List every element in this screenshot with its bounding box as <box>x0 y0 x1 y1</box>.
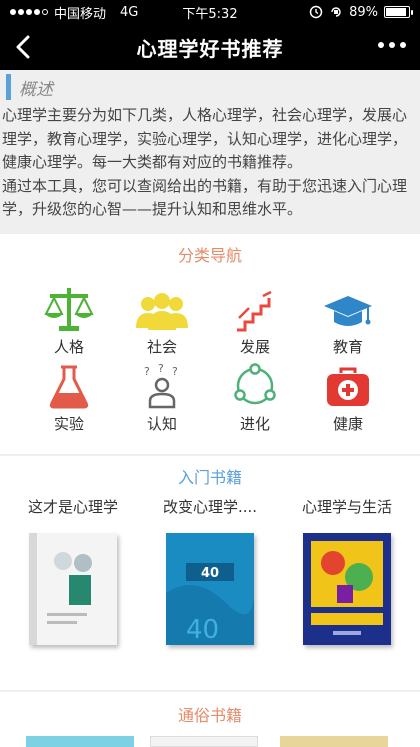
signal-strength-icon <box>10 9 48 15</box>
book-cover[interactable] <box>26 736 134 747</box>
overview-paragraph-1: 心理学主要分为如下几类，人格心理学，社会心理学，发展心理学，教育心理学，实验心理… <box>2 106 408 171</box>
alarm-icon <box>309 5 323 19</box>
category-label: 社会 <box>146 338 177 356</box>
book-card[interactable]: 改变心理学.... 40 40 <box>145 496 275 645</box>
stairs-icon <box>237 290 272 332</box>
overview-section: 概述 心理学主要分为如下几类，人格心理学，社会心理学，发展心理学，教育心理学，实… <box>0 70 420 232</box>
category-panel: 分类导航 人格 社会 发展 教育 实验 ? ? ? 认知 进化 健康 <box>0 234 420 454</box>
intro-books-panel: 入门书籍 这才是心理学 改变心理学.... 40 40 心理学与生活 <box>0 456 420 690</box>
section-accent-bar <box>6 74 11 100</box>
book-title: 改变心理学.... <box>162 498 258 516</box>
category-evolution[interactable]: 进化 <box>215 361 295 434</box>
graduation-cap-icon <box>324 296 372 326</box>
category-health[interactable]: 健康 <box>308 361 388 434</box>
thinking-person-icon: ? ? ? <box>144 363 178 409</box>
status-time: 下午5:32 <box>182 6 238 22</box>
popular-books-section-title: 通俗书籍 <box>177 706 242 725</box>
svg-text:40: 40 <box>201 566 219 581</box>
overview-heading: 概述 <box>19 79 53 100</box>
book-cover: 40 40 <box>166 533 255 645</box>
book-cover[interactable] <box>150 736 258 747</box>
battery-percent: 89% <box>349 4 378 20</box>
category-label: 健康 <box>332 415 363 433</box>
category-section-title: 分类导航 <box>177 246 242 265</box>
book-title: 心理学与生活 <box>301 498 392 516</box>
category-development[interactable]: 发展 <box>215 284 295 357</box>
intro-books-section-title: 入门书籍 <box>177 468 242 487</box>
book-card[interactable]: 心理学与生活 <box>282 496 412 645</box>
svg-text:40: 40 <box>186 615 219 645</box>
category-label: 发展 <box>239 338 270 356</box>
book-title: 这才是心理学 <box>27 498 118 516</box>
category-personality[interactable]: 人格 <box>29 284 109 357</box>
category-cognition[interactable]: ? ? ? 认知 <box>122 361 202 434</box>
category-label: 进化 <box>239 415 270 433</box>
category-education[interactable]: 教育 <box>308 284 388 357</box>
carrier-label: 中国移动 <box>54 6 107 22</box>
more-dots-icon[interactable] <box>378 42 406 48</box>
page-title: 心理学好书推荐 <box>136 36 284 61</box>
people-icon <box>136 293 188 330</box>
popular-books-panel: 通俗书籍 <box>0 692 420 747</box>
book-cover <box>29 533 117 645</box>
category-label: 教育 <box>332 338 363 356</box>
nav-bar: 心理学好书推荐 <box>0 24 420 70</box>
svg-text:?: ? <box>144 365 150 378</box>
overview-paragraph-2: 通过本工具，您可以查阅给出的书籍，有助于您迅速入门心理学，升级您的心智——提升认… <box>2 176 408 219</box>
svg-text:?: ? <box>172 365 178 378</box>
flask-icon <box>49 365 89 409</box>
status-bar: 中国移动 4G 下午5:32 89% <box>0 0 420 24</box>
book-cover <box>303 533 391 645</box>
book-card[interactable]: 这才是心理学 <box>8 496 138 645</box>
category-experiment[interactable]: 实验 <box>29 361 109 434</box>
category-label: 人格 <box>53 338 84 356</box>
cycle-icon <box>234 363 276 405</box>
chevron-left-icon[interactable] <box>12 34 36 60</box>
scales-icon <box>44 288 94 331</box>
category-label: 认知 <box>146 415 177 433</box>
book-cover[interactable] <box>280 736 388 747</box>
network-label: 4G <box>120 4 139 20</box>
first-aid-kit-icon <box>327 367 369 406</box>
category-social[interactable]: 社会 <box>122 284 202 357</box>
battery-icon <box>384 6 413 18</box>
svg-text:?: ? <box>158 363 164 375</box>
category-label: 实验 <box>53 415 84 433</box>
orientation-lock-icon <box>331 7 341 17</box>
